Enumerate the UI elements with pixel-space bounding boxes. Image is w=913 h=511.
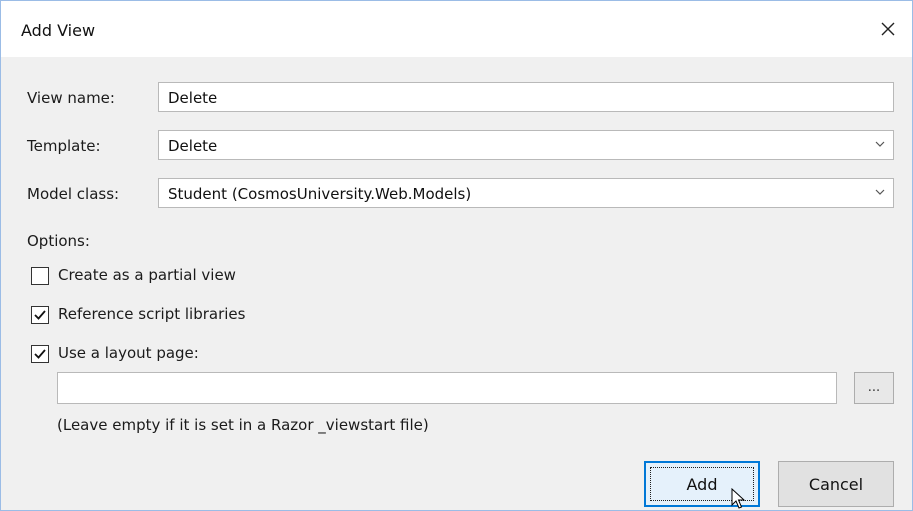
mouse-pointer-icon bbox=[731, 488, 746, 509]
cancel-button[interactable]: Cancel bbox=[778, 461, 894, 507]
checkmark-icon bbox=[34, 310, 46, 320]
dialog-title: Add View bbox=[21, 21, 96, 40]
close-button[interactable] bbox=[870, 11, 906, 47]
model-class-value: Student (CosmosUniversity.Web.Models) bbox=[168, 185, 472, 203]
template-label: Template: bbox=[27, 137, 101, 155]
layout-page-label[interactable]: Use a layout page: bbox=[58, 344, 199, 362]
script-libraries-label[interactable]: Reference script libraries bbox=[58, 305, 245, 323]
cancel-button-label: Cancel bbox=[808, 474, 864, 494]
layout-page-checkbox[interactable] bbox=[31, 345, 49, 363]
partial-view-label[interactable]: Create as a partial view bbox=[58, 266, 236, 284]
layout-page-hint: (Leave empty if it is set in a Razor _vi… bbox=[57, 416, 429, 434]
browse-button[interactable]: ... bbox=[854, 372, 894, 404]
template-value: Delete bbox=[168, 137, 218, 155]
script-libraries-checkbox[interactable] bbox=[31, 306, 49, 324]
chevron-down-icon bbox=[875, 189, 885, 195]
model-class-dropdown[interactable]: Student (CosmosUniversity.Web.Models) bbox=[158, 178, 894, 208]
view-name-input[interactable]: Delete bbox=[158, 82, 894, 112]
partial-view-checkbox[interactable] bbox=[31, 267, 49, 285]
close-icon bbox=[881, 22, 895, 36]
add-view-dialog: Add View View name: Delete Template: Del… bbox=[0, 0, 913, 511]
view-name-value: Delete bbox=[168, 89, 218, 107]
view-name-label: View name: bbox=[27, 89, 115, 107]
layout-page-path-input[interactable] bbox=[57, 372, 837, 404]
title-bar: Add View bbox=[1, 1, 912, 57]
model-class-label: Model class: bbox=[27, 185, 120, 203]
options-heading: Options: bbox=[27, 232, 90, 250]
checkmark-icon bbox=[34, 349, 46, 359]
template-dropdown[interactable]: Delete bbox=[158, 130, 894, 160]
chevron-down-icon bbox=[875, 141, 885, 147]
